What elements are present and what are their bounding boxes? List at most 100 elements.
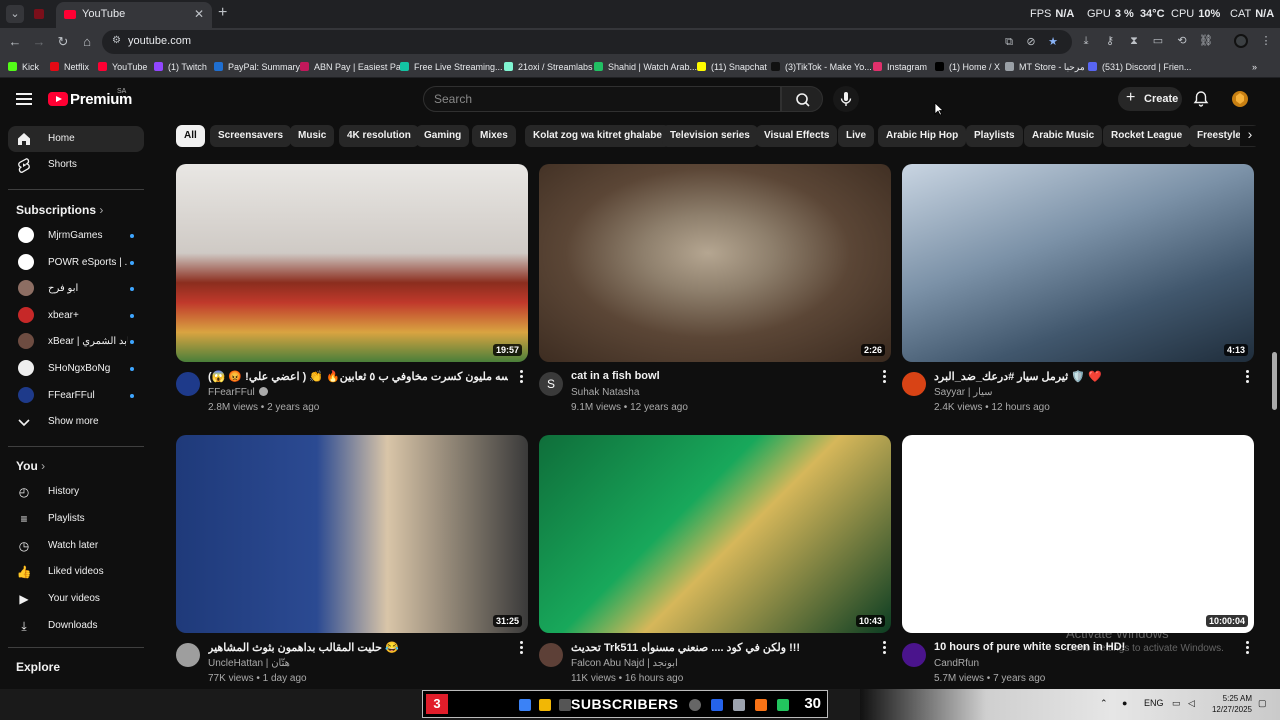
video-thumbnail[interactable]: 31:25 [176, 435, 528, 633]
bookmark-item[interactable]: Shahid | Watch Arab... [594, 60, 697, 74]
page-scrollbar[interactable] [1270, 80, 1280, 690]
bookmark-item[interactable]: (531) Discord | Frien... [1088, 60, 1191, 74]
account-avatar[interactable] [1230, 89, 1250, 109]
bookmark-item[interactable]: Kick [8, 60, 39, 74]
new-tab-icon[interactable]: + [218, 4, 227, 22]
tab-search-chevron-icon[interactable]: ⌄ [6, 5, 24, 23]
video-thumbnail[interactable]: 10:43 [539, 435, 891, 633]
video-title[interactable]: cat in a fish bowl [571, 370, 871, 382]
subscriptions-heading[interactable]: Subscriptions › [16, 203, 103, 217]
show-more-button[interactable]: Show more [8, 409, 144, 435]
tab-close-icon[interactable]: ✕ [194, 7, 204, 21]
video-menu-kebab-icon[interactable] [1242, 370, 1252, 386]
sidebar-item-watch-later[interactable]: ◷ Watch later [8, 533, 144, 559]
channel-name[interactable]: Falcon Abu Najd | ابونجد [571, 658, 678, 669]
create-button[interactable]: + Create [1118, 87, 1182, 111]
system-clock[interactable]: 5:25 AM 12/27/2025 [1208, 693, 1252, 715]
install-app-icon[interactable]: ⧉ [1002, 35, 1016, 49]
obs-icon[interactable] [689, 699, 701, 711]
chip-1[interactable]: Screensavers [210, 125, 292, 147]
home-icon[interactable]: ⌂ [78, 33, 96, 51]
video-title[interactable]: حليت المقالب بداهمون بثوث المشاهير 😂 [208, 641, 508, 654]
tray-chevron-up-icon[interactable]: ⌃ [1100, 698, 1108, 709]
video-title[interactable]: ثيرمل سيار #درعك_ضد_البرد 🛡️ ❤️ [934, 370, 1234, 383]
video-title[interactable]: تحديث Trk511 ولكن في كود .... صنعني مسنو… [571, 641, 871, 654]
chip-2[interactable]: Music [290, 125, 335, 147]
sidebar-item-liked-videos[interactable]: 👍 Liked videos [8, 559, 144, 585]
chip-3[interactable]: 4K resolution [339, 125, 419, 147]
chip-12[interactable]: Arabic Music [1024, 125, 1103, 147]
bookmark-item[interactable]: 21oxi / Streamlabs [504, 60, 593, 74]
chips-next-chevron-icon[interactable]: › [1240, 126, 1260, 146]
search-input[interactable] [434, 91, 764, 107]
video-menu-kebab-icon[interactable] [879, 641, 889, 657]
translate-icon[interactable]: ⧗ [1126, 33, 1142, 49]
video-card[interactable]: 2:26 Scat in a fish bowl Suhak Natasha 9.1M… [539, 164, 891, 416]
bookmark-item[interactable]: Free Live Streaming... [400, 60, 503, 74]
sidebar-subscription-item[interactable]: POWR eSports | ... [8, 250, 144, 276]
network-icon[interactable]: ▭ [1172, 698, 1181, 709]
video-menu-kebab-icon[interactable] [1242, 641, 1252, 657]
voice-search-button[interactable] [833, 86, 859, 112]
chip-8[interactable]: Visual Effects [756, 125, 838, 147]
channel-avatar[interactable] [176, 643, 200, 667]
guide-menu-icon[interactable] [16, 93, 32, 105]
chip-7[interactable]: Television series [662, 125, 758, 147]
bookmark-item[interactable]: ABN Pay | Easiest Pa... [300, 60, 408, 74]
chip-9[interactable]: Live [838, 125, 875, 147]
you-heading[interactable]: You › [16, 459, 45, 473]
language-indicator[interactable]: ENG [1144, 698, 1164, 708]
volume-icon[interactable]: ◁ [1188, 698, 1195, 709]
chip-10[interactable]: Arabic Hip Hop [878, 125, 967, 147]
active-tab[interactable]: YouTube ✕ [56, 2, 212, 28]
file-explorer-icon[interactable] [539, 699, 551, 711]
address-bar[interactable]: ⚙ youtube.com ⧉ ⊘ ★ [102, 30, 1072, 54]
video-thumbnail[interactable]: 2:26 [539, 164, 891, 362]
bookmark-item[interactable]: Netflix [50, 60, 89, 74]
video-card[interactable]: 19:57 بمناسبة الخمسه مليون كسرت مخاوفي ب … [176, 164, 528, 416]
sidebar-item-downloads[interactable]: ⤓ Downloads [8, 613, 144, 639]
history-icon[interactable]: ⟲ [1174, 33, 1190, 49]
bookmark-item[interactable]: (11) Snapchat [697, 60, 767, 74]
video-thumbnail[interactable]: 4:13 [902, 164, 1254, 362]
bookmark-item[interactable]: (1) Home / X [935, 60, 1000, 74]
video-menu-kebab-icon[interactable] [516, 370, 526, 386]
channel-name[interactable]: Suhak Natasha [571, 387, 639, 398]
bookmark-item[interactable]: Instagram [873, 60, 927, 74]
chip-0[interactable]: All [176, 125, 205, 147]
sidebar-subscription-item[interactable]: FFearFFul [8, 383, 144, 409]
sidebar-item-playlists[interactable]: ≡ Playlists [8, 506, 144, 532]
chip-6[interactable]: Kolat zog wa kitret ghalabe [525, 125, 670, 147]
video-thumbnail[interactable]: 10:00:04 [902, 435, 1254, 633]
video-title[interactable]: بمناسبة الخمسه مليون كسرت مخاوفي ب ٥ ثعا… [208, 370, 508, 383]
sidebar-item-home[interactable]: Home [8, 126, 144, 152]
bookmark-star-icon[interactable]: ★ [1046, 35, 1060, 49]
sidebar-item-history[interactable]: ◴ History [8, 479, 144, 505]
download-icon[interactable]: ⤓ [1078, 33, 1094, 49]
search-button[interactable] [781, 86, 823, 112]
video-card[interactable]: 4:13 ثيرمل سيار #درعك_ضد_البرد 🛡️ ❤️ Sayya… [902, 164, 1254, 416]
xbox-icon[interactable] [777, 699, 789, 711]
notification-center-icon[interactable]: ▢ [1258, 698, 1267, 709]
scrollbar-thumb[interactable] [1272, 352, 1277, 410]
bookmark-item[interactable]: PayPal: Summary [214, 60, 300, 74]
taskbar-app-icon[interactable] [559, 699, 571, 711]
chip-13[interactable]: Rocket League [1103, 125, 1191, 147]
microphone-tray-icon[interactable]: ● [1122, 698, 1127, 708]
password-key-icon[interactable]: ⚷ [1102, 33, 1118, 49]
notifications-bell-icon[interactable] [1192, 90, 1210, 108]
sidebar-subscription-item[interactable]: MjrmGames [8, 223, 144, 249]
video-menu-kebab-icon[interactable] [516, 641, 526, 657]
eye-off-icon[interactable]: ⊘ [1024, 35, 1038, 49]
forward-arrow-icon[interactable]: → [30, 33, 48, 51]
sidebar-subscription-item[interactable]: xBear | ابو عابد الشمري [8, 329, 144, 355]
payment-card-icon[interactable]: ▭ [1150, 33, 1166, 49]
url-text[interactable]: youtube.com [128, 35, 191, 47]
bookmark-item[interactable]: MT Store - مرحبا [1005, 60, 1085, 74]
video-menu-kebab-icon[interactable] [879, 370, 889, 386]
video-thumbnail[interactable]: 19:57 [176, 164, 528, 362]
channel-name[interactable]: FFearFFul [208, 387, 268, 398]
bookmark-item[interactable]: (1) Twitch [154, 60, 207, 74]
sidebar-subscription-item[interactable]: xbear+ [8, 303, 144, 329]
bookmarks-overflow-icon[interactable]: » [1252, 60, 1257, 74]
